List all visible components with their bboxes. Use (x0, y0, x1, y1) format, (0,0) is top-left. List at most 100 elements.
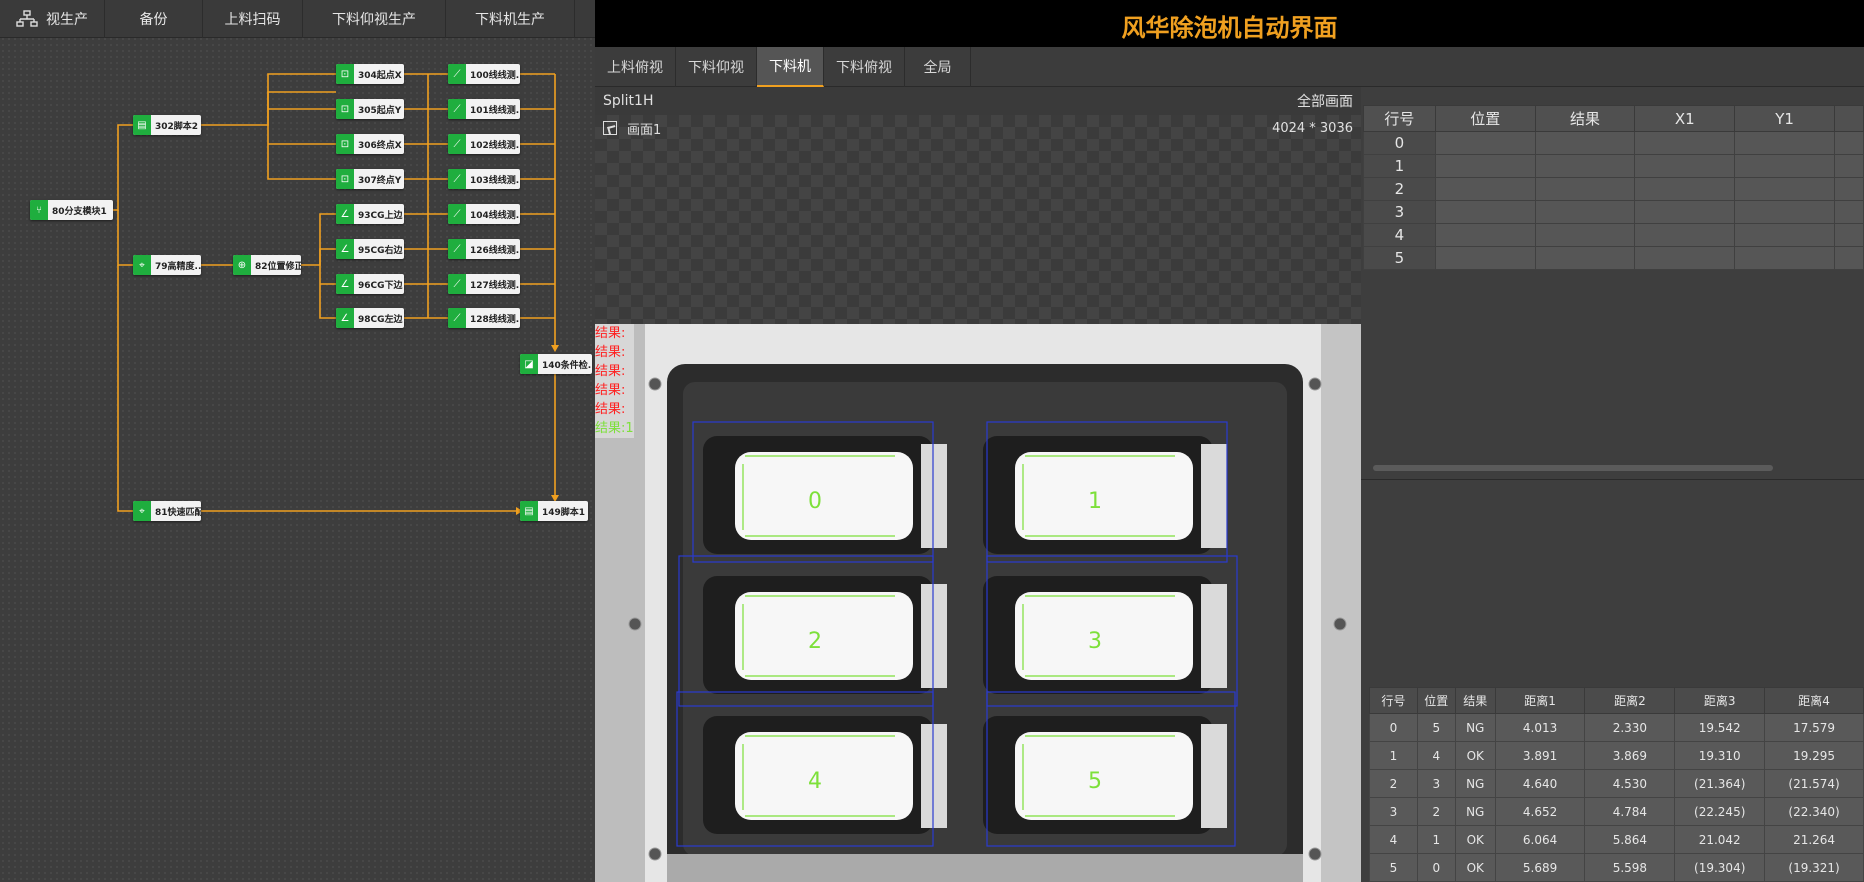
table-row[interactable]: 3 2 NG 4.652 4.784 (22.245) (22.340) (1369, 797, 1864, 826)
flow-node-line-measure[interactable]: ⟋126线线测... (448, 239, 520, 259)
camera-image[interactable]: 0 1 2 3 4 5 结果: 结果: 结果: 结果: 结果: 结果:1 (595, 324, 1361, 882)
image-resolution: 4024 * 3036 (1272, 120, 1353, 136)
table-cell: 2 (1369, 769, 1418, 798)
table-row[interactable]: 2 (1363, 177, 1864, 201)
flow-node-fast-match[interactable]: ⌖81快速匹配1 (133, 501, 201, 521)
tab-global[interactable]: 全局 (905, 47, 971, 87)
table-cell: 5.598 (1584, 853, 1676, 882)
table-cell: 4 (1416, 741, 1456, 770)
table-cell (1834, 200, 1864, 224)
flow-node-edge[interactable]: ∠ 95CG右边 (336, 239, 404, 259)
flow-node-point[interactable]: ⊡ 307终点Y (336, 169, 404, 189)
horizontal-scrollbar[interactable] (1373, 465, 1773, 471)
flow-node-condition[interactable]: ◪140条件检... (520, 354, 592, 374)
table-row[interactable]: 5 0 OK 5.689 5.598 (19.304) (19.321) (1369, 853, 1864, 882)
result-text: 结果: (595, 326, 626, 341)
tab-label: 上料扫码 (224, 12, 281, 28)
table-row[interactable]: 2 3 NG 4.640 4.530 (21.364) (21.574) (1369, 769, 1864, 798)
column-header[interactable]: 距离4 (1764, 687, 1864, 714)
column-header[interactable]: 位置 (1434, 105, 1536, 132)
flow-node-edge[interactable]: ∠ 98CG左边 (336, 308, 404, 328)
table-cell (1534, 154, 1636, 178)
flow-canvas[interactable]: ⑂ 80分支模块1 ▤ 302脚本2 ⊡ 304起点X ⊡ 305起点Y ⊡ 306终点X… (0, 38, 595, 882)
flow-node-point[interactable]: ⊡ 306终点X (336, 134, 404, 154)
match-icon: ⌖ (133, 255, 151, 275)
tab-unload-top[interactable]: 下料俯视 (824, 47, 905, 87)
tab-unload-machine[interactable]: 下料机 (757, 47, 824, 87)
table-row[interactable]: 5 (1363, 246, 1864, 270)
edge-icon: ∠ (336, 204, 354, 224)
table-cell (1534, 177, 1636, 201)
table-cell (1534, 246, 1636, 270)
tab-label: 下料仰视生产 (332, 12, 416, 28)
table-cell (1634, 131, 1736, 155)
cursor-select-icon[interactable] (603, 121, 617, 135)
column-header[interactable]: 结果 (1454, 687, 1496, 714)
tab-loading-top[interactable]: 上料俯视 (595, 47, 676, 87)
tab-unload-bottom[interactable]: 下料仰视 (676, 47, 757, 87)
table-row[interactable]: 0 (1363, 131, 1864, 155)
row-number: 4 (1363, 223, 1436, 247)
flow-node-line-measure[interactable]: ⟋101线线测... (448, 99, 520, 119)
table-cell (1734, 177, 1836, 201)
table-cell: 1 (1416, 825, 1456, 854)
flow-node-line-measure[interactable]: ⟋102线线测... (448, 134, 520, 154)
flow-node-edge[interactable]: ∠ 96CG下边 (336, 274, 404, 294)
edge-icon: ∠ (336, 308, 354, 328)
tab-backup[interactable]: 备份 (105, 0, 203, 38)
column-header[interactable]: 位置 (1416, 687, 1456, 714)
slot-label: 3 (1088, 629, 1102, 654)
column-header[interactable]: 距离1 (1494, 687, 1586, 714)
flow-node-line-measure[interactable]: ⟋103线线测... (448, 169, 520, 189)
table-row[interactable]: 4 1 OK 6.064 5.864 21.042 21.264 (1369, 825, 1864, 854)
column-header[interactable]: 行号 (1369, 687, 1418, 714)
table-row[interactable]: 3 (1363, 200, 1864, 224)
flow-node-edge[interactable]: ∠ 93CG上边 (336, 204, 404, 224)
table-row[interactable]: 1 4 OK 3.891 3.869 19.310 19.295 (1369, 741, 1864, 770)
table-cell (1434, 154, 1536, 178)
flow-node-line-measure[interactable]: ⟋100线线测... (448, 64, 520, 84)
table-cell: NG (1454, 713, 1496, 742)
flow-node-position-fix[interactable]: ⊕82位置修正1 (233, 255, 301, 275)
column-header[interactable]: 距离2 (1584, 687, 1676, 714)
all-screens-dropdown[interactable]: 全部画面 (1297, 91, 1353, 111)
column-header[interactable]: X1 (1634, 105, 1736, 132)
flow-node-branch[interactable]: ⑂ 80分支模块1 (30, 200, 113, 220)
flow-node-point[interactable]: ⊡ 305起点Y (336, 99, 404, 119)
table-cell: NG (1454, 797, 1496, 826)
tab-view-production[interactable]: 视生产 (0, 0, 105, 38)
table-cell: 19.295 (1764, 741, 1864, 770)
table-cell: 5.689 (1494, 853, 1586, 882)
table-cell (1634, 223, 1736, 247)
column-header[interactable]: 结果 (1534, 105, 1636, 132)
tab-unload-machine-production[interactable]: 下料机生产 (446, 0, 575, 38)
table-cell (1434, 200, 1536, 224)
table-cell (1634, 154, 1736, 178)
flow-node-script[interactable]: ▤ 302脚本2 (133, 115, 201, 135)
table-cell (1734, 223, 1836, 247)
flow-node-script[interactable]: ▤ 149脚本1 (520, 501, 588, 521)
column-header[interactable]: Y1 (1734, 105, 1836, 132)
line-measure-icon: ⟋ (448, 274, 466, 294)
fast-match-icon: ⌖ (133, 501, 151, 521)
column-header[interactable] (1834, 105, 1864, 132)
tab-label: 下料仰视 (688, 60, 744, 76)
column-header[interactable]: 行号 (1363, 105, 1436, 132)
flow-node-line-measure[interactable]: ⟋104线线测... (448, 204, 520, 224)
table-cell: 4.652 (1494, 797, 1586, 826)
flow-node-point[interactable]: ⊡ 304起点X (336, 64, 404, 84)
tab-label: 视生产 (46, 12, 88, 28)
tab-label: 备份 (139, 12, 168, 28)
table-row[interactable]: 0 5 NG 4.013 2.330 19.542 17.579 (1369, 713, 1864, 742)
tab-loading-scan[interactable]: 上料扫码 (203, 0, 303, 38)
image-canvas[interactable]: 画面1 4024 * 3036 0 1 2 3 4 5 结果: 结果: 结果: … (595, 115, 1361, 882)
tab-label: 全局 (923, 60, 952, 76)
tab-unload-bottom-production[interactable]: 下料仰视生产 (303, 0, 446, 38)
table-cell: 3 (1369, 797, 1418, 826)
flow-node-line-measure[interactable]: ⟋127线线测... (448, 274, 520, 294)
table-row[interactable]: 4 (1363, 223, 1864, 247)
flow-node-line-measure[interactable]: ⟋128线线测... (448, 308, 520, 328)
column-header[interactable]: 距离3 (1674, 687, 1766, 714)
flow-node-high-precision[interactable]: ⌖ 79高精度... (133, 255, 201, 275)
table-row[interactable]: 1 (1363, 154, 1864, 178)
